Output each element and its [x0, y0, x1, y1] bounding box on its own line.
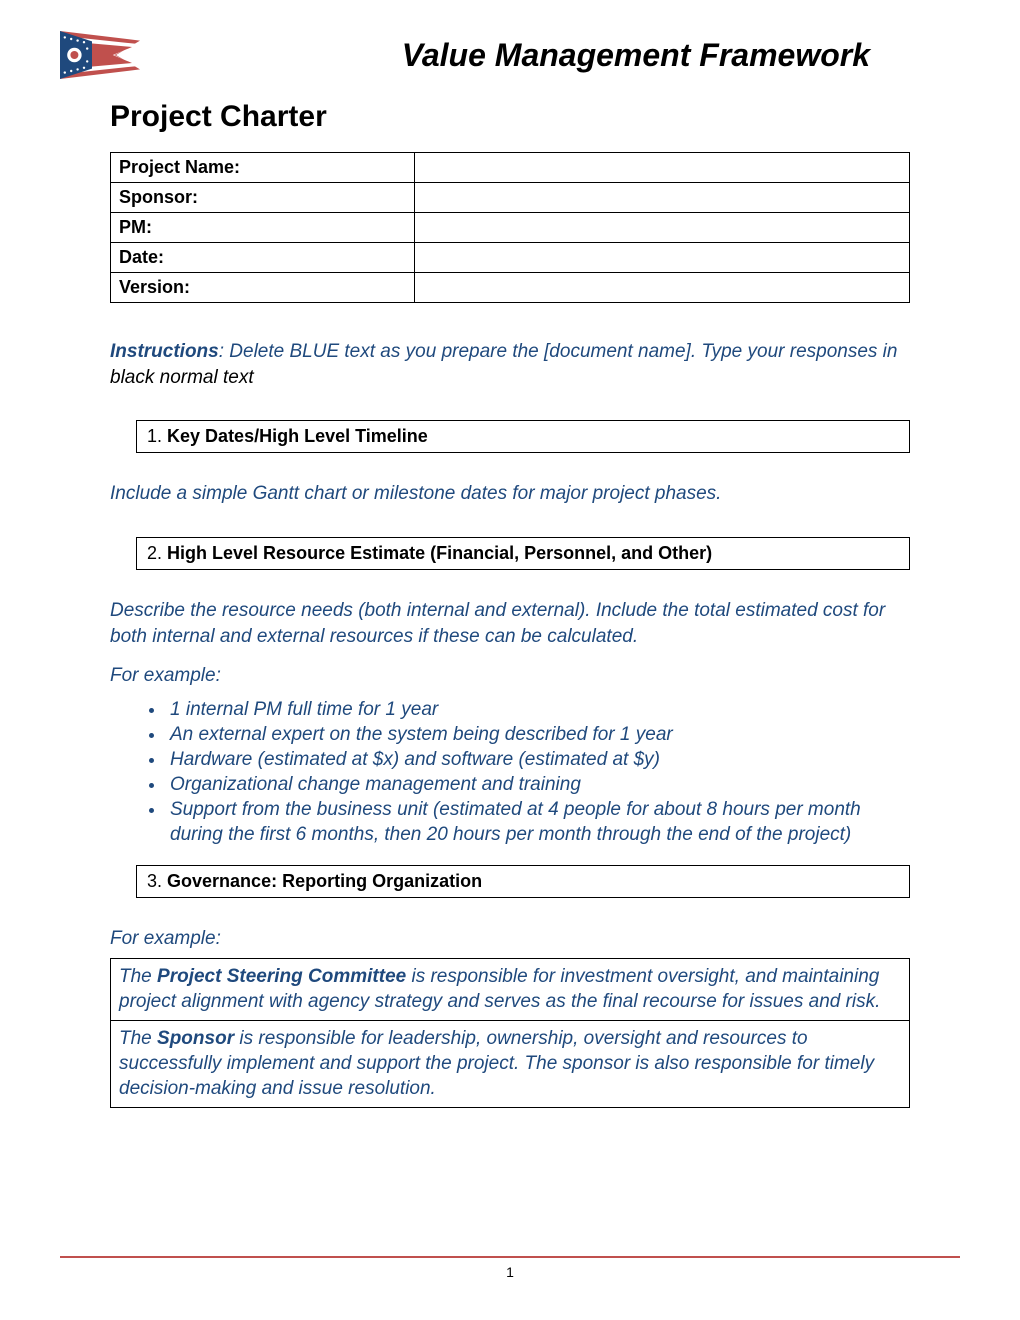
- section-2-note: Describe the resource needs (both intern…: [110, 598, 910, 649]
- table-row: Sponsor:: [111, 183, 910, 213]
- pm-value: [414, 213, 909, 243]
- section-3-number: 3.: [147, 871, 162, 892]
- instructions-text: Instructions: Delete BLUE text as you pr…: [110, 339, 910, 390]
- section-2-bullets: 1 internal PM full time for 1 year An ex…: [110, 697, 910, 847]
- page-number: 1: [60, 1264, 960, 1280]
- version-label: Version:: [111, 273, 415, 303]
- table-row: Date:: [111, 243, 910, 273]
- version-value: [414, 273, 909, 303]
- date-value: [414, 243, 909, 273]
- sponsor-label: Sponsor:: [111, 183, 415, 213]
- section-2-header: 2. High Level Resource Estimate (Financi…: [136, 537, 910, 570]
- instructions-body: : Delete BLUE text as you prepare the [d…: [219, 341, 898, 362]
- list-item: 1 internal PM full time for 1 year: [166, 697, 910, 722]
- section-3-title: Governance: Reporting Organization: [167, 871, 482, 891]
- project-name-value: [414, 153, 909, 183]
- table-row: Project Name:: [111, 153, 910, 183]
- gov-pre: The: [119, 1028, 157, 1049]
- footer-divider: [60, 1256, 960, 1258]
- project-name-label: Project Name:: [111, 153, 415, 183]
- table-row: The Sponsor is responsible for leadershi…: [111, 1021, 910, 1108]
- section-3-for-example: For example:: [110, 926, 910, 952]
- governance-table: The Project Steering Committee is respon…: [110, 958, 910, 1108]
- section-2-title: High Level Resource Estimate (Financial,…: [167, 543, 712, 563]
- table-row: PM:: [111, 213, 910, 243]
- section-2-for-example: For example:: [110, 663, 910, 689]
- list-item: Organizational change management and tra…: [166, 772, 910, 797]
- date-label: Date:: [111, 243, 415, 273]
- ohio-flag-icon: [60, 30, 140, 80]
- gov-pre: The: [119, 966, 157, 987]
- instructions-black: black normal text: [110, 367, 254, 388]
- list-item: Support from the business unit (estimate…: [166, 797, 910, 847]
- pm-label: PM:: [111, 213, 415, 243]
- section-2-number: 2.: [147, 543, 162, 564]
- section-3-header: 3. Governance: Reporting Organization: [136, 865, 910, 898]
- section-1-title: Key Dates/High Level Timeline: [167, 426, 428, 446]
- table-row: The Project Steering Committee is respon…: [111, 958, 910, 1020]
- page-header: Value Management Framework: [60, 30, 960, 80]
- document-title: Project Charter: [110, 100, 910, 134]
- gov-row-steering: The Project Steering Committee is respon…: [111, 958, 910, 1020]
- table-row: Version:: [111, 273, 910, 303]
- project-info-table: Project Name: Sponsor: PM: Date: Version…: [110, 152, 910, 303]
- section-1-note: Include a simple Gantt chart or mileston…: [110, 481, 910, 507]
- gov-role: Project Steering Committee: [157, 966, 406, 987]
- section-1-header: 1. Key Dates/High Level Timeline: [136, 420, 910, 453]
- page-footer: 1: [60, 1256, 960, 1280]
- section-1-number: 1.: [147, 426, 162, 447]
- gov-role: Sponsor: [157, 1028, 234, 1049]
- instructions-bold: Instructions: [110, 341, 219, 362]
- sponsor-value: [414, 183, 909, 213]
- list-item: An external expert on the system being d…: [166, 722, 910, 747]
- list-item: Hardware (estimated at $x) and software …: [166, 747, 910, 772]
- gov-row-sponsor: The Sponsor is responsible for leadershi…: [111, 1021, 910, 1108]
- header-title: Value Management Framework: [402, 37, 870, 74]
